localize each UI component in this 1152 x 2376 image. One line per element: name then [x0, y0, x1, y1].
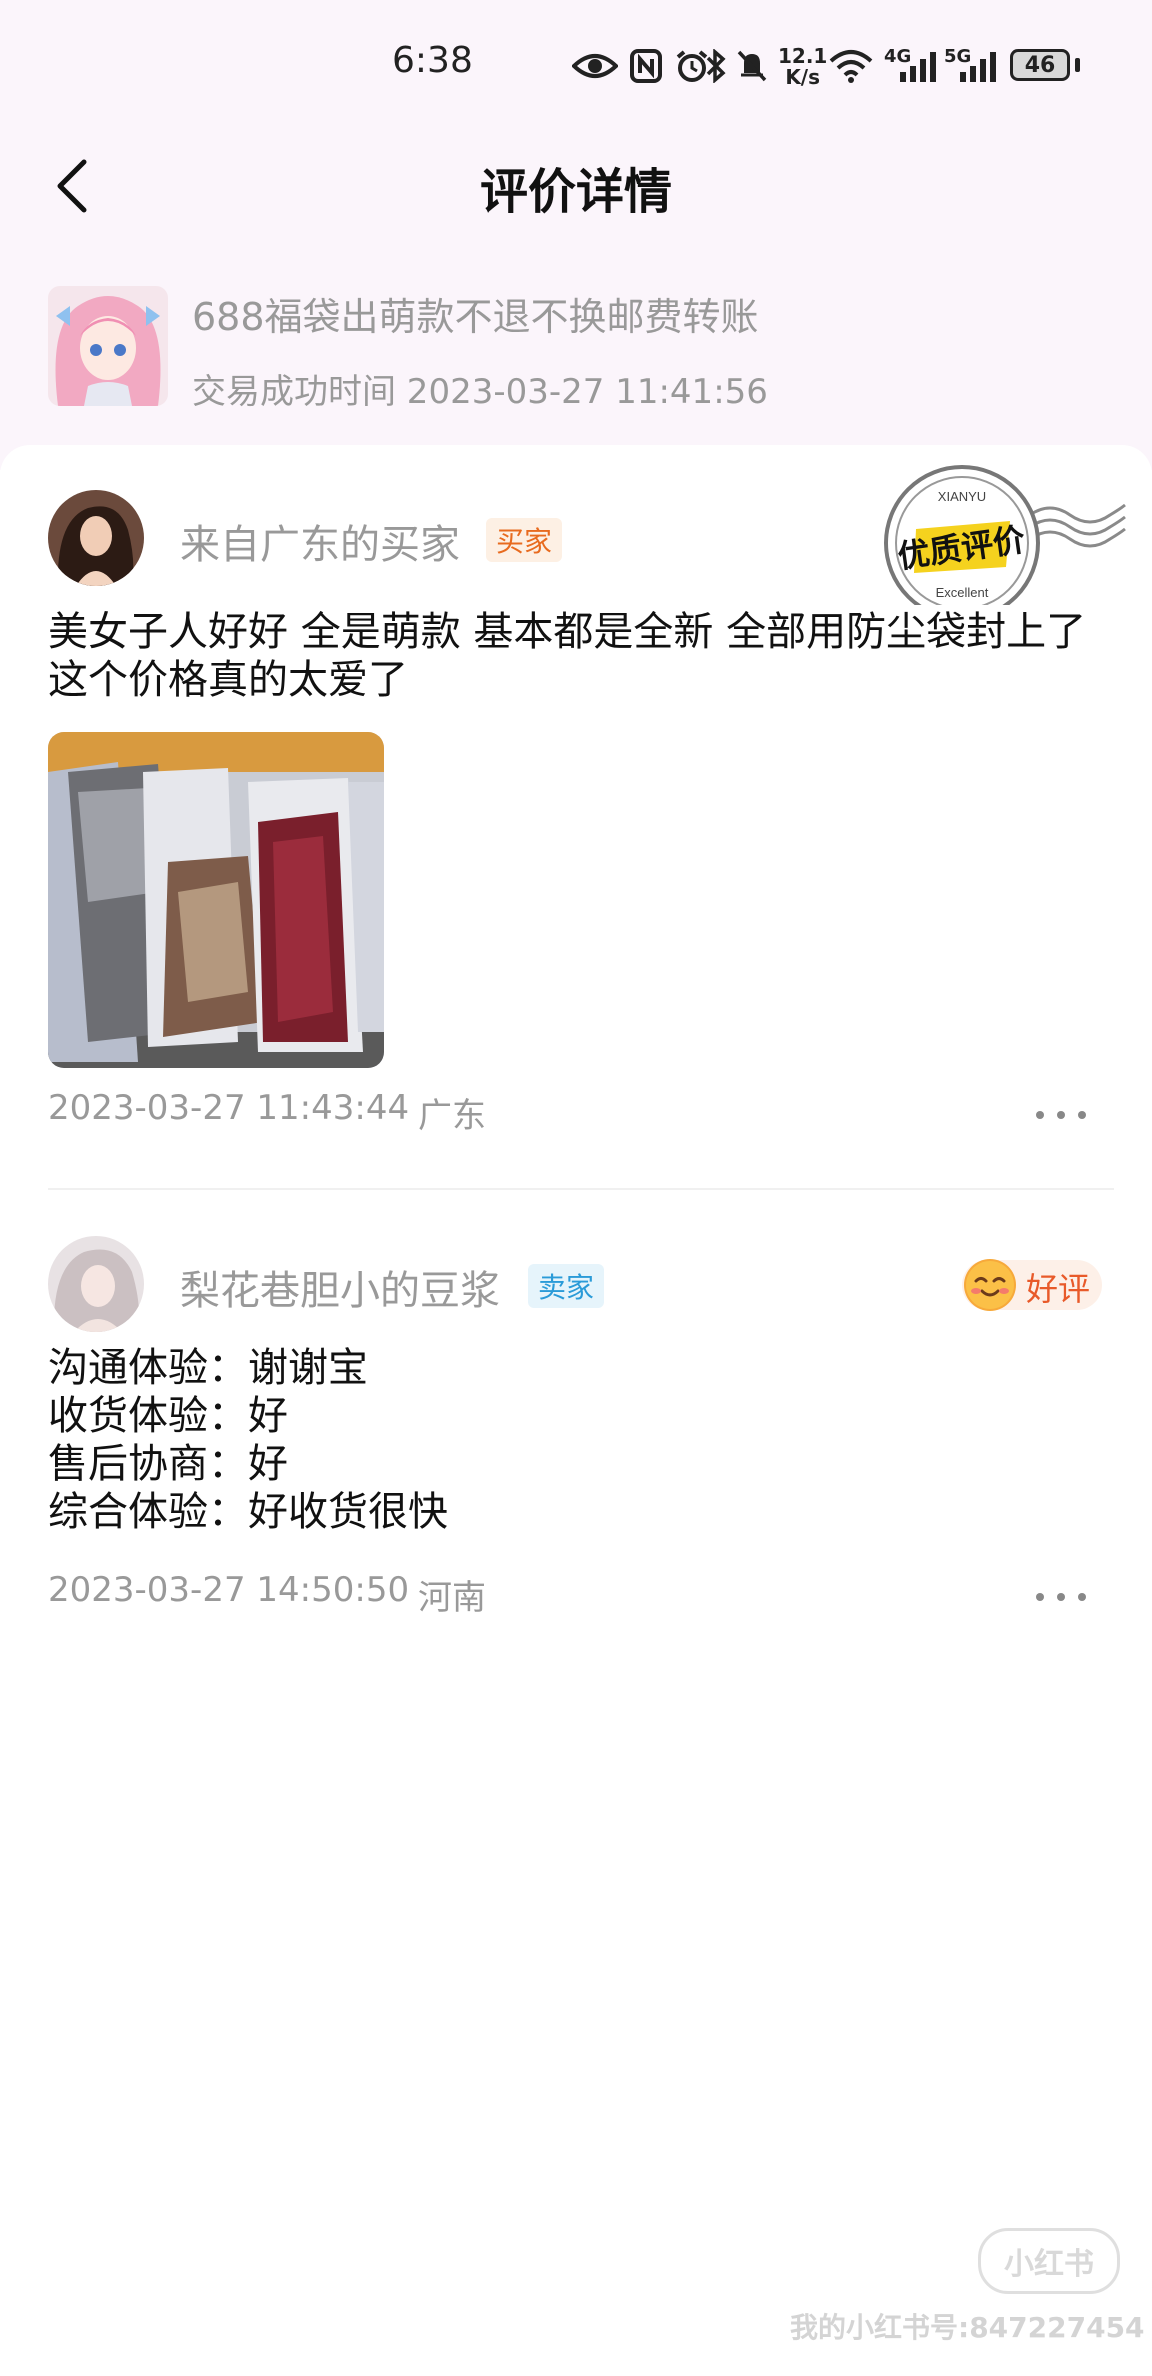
review-line: 售后协商：好: [48, 1441, 288, 1487]
eye-icon: [572, 46, 618, 86]
review-line: 综合体验：好收货很快: [48, 1489, 448, 1535]
reviewer-name[interactable]: 来自广东的买家: [180, 512, 460, 570]
review-text: 美女子人好好 全是萌款 基本都是全新 全部用防尘袋封上了 这个价格真的太爱了: [48, 609, 1087, 703]
review-time: 2023-03-27 11:43:44: [48, 1088, 410, 1128]
network-5g-label: 5G: [944, 46, 972, 67]
bluetooth-icon: [698, 46, 734, 86]
stamp-en-bottom: Excellent: [936, 585, 989, 600]
status-bar: 6:38 12.1 K/s 4G 5G 46: [0, 0, 1152, 130]
battery-level: 46: [1024, 52, 1056, 78]
reviewer-name[interactable]: 梨花巷胆小的豆浆: [180, 1258, 500, 1316]
wifi-icon: [828, 46, 874, 86]
nfc-icon: [628, 46, 664, 86]
more-options-button[interactable]: [1036, 1100, 1086, 1130]
net-speed: 12.1 K/s: [778, 44, 828, 89]
dot: [1078, 1111, 1086, 1119]
review-region: 广东: [418, 1096, 486, 1136]
review-time: 2023-03-27 14:50:50: [48, 1570, 410, 1610]
dot: [1057, 1111, 1065, 1119]
rating-label: 好评: [1026, 1270, 1091, 1308]
smile-emoji-icon: [964, 1259, 1016, 1311]
dot: [1036, 1111, 1044, 1119]
review-photo[interactable]: [48, 732, 384, 1068]
review-region: 河南: [418, 1578, 486, 1618]
transaction-time: 交易成功时间 2023-03-27 11:41:56: [192, 372, 768, 412]
dot: [1036, 1593, 1044, 1601]
signal-5g-icon: 5G: [944, 46, 1000, 86]
seller-badge: 卖家: [528, 1264, 605, 1308]
status-time: 6:38: [392, 40, 473, 81]
product-name[interactable]: 688福袋出萌款不退不换邮费转账: [192, 286, 759, 341]
excellent-review-stamp: XIANYU 优质评价 Excellent: [880, 465, 1130, 621]
watermark-text: 我的小红书号:847227454: [790, 2311, 1145, 2344]
network-4g-label: 4G: [884, 46, 912, 67]
divider: [48, 1188, 1114, 1190]
watermark-logo: 小红书: [978, 2228, 1120, 2294]
battery-tip: [1075, 58, 1080, 72]
more-options-button[interactable]: [1036, 1582, 1086, 1612]
review-line: 沟通体验：谢谢宝: [48, 1345, 368, 1391]
product-thumbnail[interactable]: [48, 286, 168, 406]
avatar[interactable]: [48, 1236, 144, 1332]
review-line: 收货体验：好: [48, 1393, 288, 1439]
battery-icon: 46: [1010, 49, 1070, 81]
signal-icon: 4G: [884, 46, 940, 86]
stamp-en-top: XIANYU: [938, 489, 986, 504]
dot: [1078, 1593, 1086, 1601]
page-title: 评价详情: [479, 164, 672, 220]
dot: [1057, 1593, 1065, 1601]
buyer-badge: 买家: [486, 518, 563, 562]
rating-badge: 好评: [962, 1259, 1102, 1311]
mute-icon: [734, 46, 770, 86]
avatar[interactable]: [48, 490, 144, 586]
